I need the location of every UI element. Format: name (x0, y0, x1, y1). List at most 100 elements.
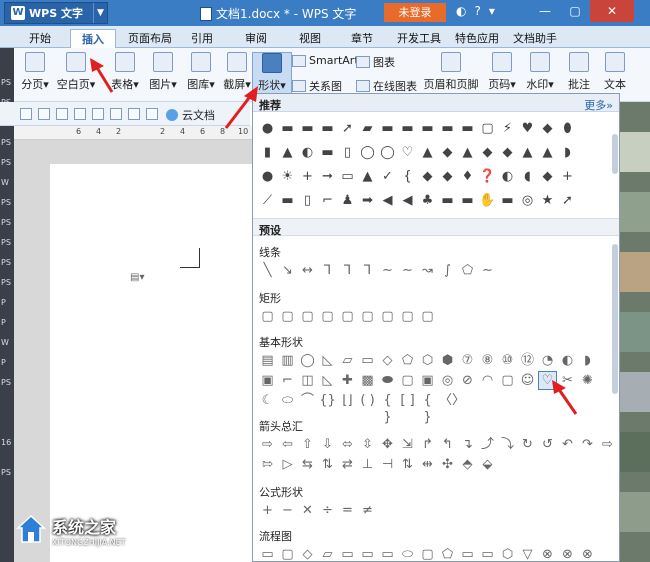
shape-item[interactable]: ⬠ (459, 262, 476, 279)
shape-item[interactable]: ▬ (439, 120, 456, 137)
shape-item[interactable]: ▲ (519, 144, 536, 161)
shape-item[interactable]: ▢ (499, 372, 516, 389)
shape-item[interactable]: ⇰ (259, 456, 276, 473)
shape-item[interactable]: ❓ (479, 168, 496, 185)
preview-icon[interactable] (92, 108, 104, 120)
shape-item[interactable]: ▯ (339, 144, 356, 161)
shape-item[interactable]: ⅂ (339, 262, 356, 279)
taskbar-item[interactable]: PS (1, 378, 11, 387)
shape-item[interactable]: ✕ (299, 502, 316, 519)
shape-item[interactable]: ⬬ (379, 372, 396, 389)
shape-item[interactable]: ☀ (279, 168, 296, 185)
shape-item[interactable]: ⤵ (499, 436, 516, 453)
shape-item[interactable]: ⟋ (259, 192, 276, 209)
shape-item[interactable]: ▲ (419, 144, 436, 161)
gallery-button[interactable]: 图库▾ (182, 52, 220, 98)
horizontal-ruler[interactable]: 6 4 2 2 4 6 8 10 (14, 126, 252, 140)
shape-item[interactable]: ◐ (499, 168, 516, 185)
shape-item[interactable]: ➞ (319, 168, 336, 185)
taskbar-item[interactable]: PS (1, 218, 11, 227)
shape-item[interactable]: ◐ (559, 352, 576, 369)
shape-item[interactable]: ▢ (359, 308, 376, 325)
shape-item[interactable]: ◠ (479, 372, 496, 389)
taskbar-item[interactable]: P (1, 298, 6, 307)
shape-item[interactable]: ⇲ (399, 436, 416, 453)
shape-item[interactable]: ▢ (379, 308, 396, 325)
shape-item[interactable]: + (559, 168, 576, 185)
shape-item[interactable]: ▭ (359, 546, 376, 562)
shape-item[interactable]: ⊘ (459, 372, 476, 389)
tab-review[interactable]: 审阅 (240, 29, 272, 48)
shape-item[interactable]: ◆ (539, 168, 556, 185)
shape-item[interactable]: ▤ (259, 352, 276, 369)
shape-item[interactable]: ⬭ (279, 392, 296, 409)
app-menu-button[interactable]: W WPS 文字 ▼ (4, 2, 108, 24)
panel-scrollbar[interactable] (612, 244, 618, 394)
shape-item[interactable]: ▢ (419, 546, 436, 562)
shape-item[interactable]: ◯ (359, 144, 376, 161)
taskbar-item[interactable]: PS (1, 258, 11, 267)
shape-item[interactable]: ▬ (379, 120, 396, 137)
shape-item[interactable]: ⑧ (479, 352, 496, 369)
shape-item[interactable]: ▬ (279, 192, 296, 209)
taskbar-item[interactable]: PS (1, 158, 11, 167)
shape-item[interactable]: ◆ (479, 144, 496, 161)
shape-item[interactable]: ◎ (439, 372, 456, 389)
redo-icon[interactable] (128, 108, 140, 120)
tab-insert[interactable]: 插入 (70, 29, 116, 48)
shape-item[interactable]: ✥ (379, 436, 396, 453)
shape-item[interactable]: ⬮ (559, 120, 576, 137)
taskbar-item[interactable]: PS (1, 278, 11, 287)
header-footer-button[interactable]: 页眉和页脚 (422, 52, 480, 98)
blank-page-button[interactable]: 空白页▾ (54, 52, 98, 98)
shape-item[interactable]: ↶ (559, 436, 576, 453)
shape-item[interactable]: ⊥ (359, 456, 376, 473)
relation-chart-button[interactable]: 关系图 (292, 78, 342, 94)
shape-item[interactable]: ∫ (439, 262, 456, 279)
shape-item[interactable]: = (339, 502, 356, 519)
shape-item[interactable]: ◎ (519, 192, 536, 209)
skin-icon[interactable]: ◐ (456, 4, 466, 18)
picture-button[interactable]: 图片▾ (144, 52, 182, 98)
shape-item[interactable]: ◇ (299, 546, 316, 562)
shape-item[interactable]: ▭ (379, 546, 396, 562)
shape-item[interactable]: ⌊⌋ (339, 392, 356, 409)
shape-item[interactable]: ▢ (399, 308, 416, 325)
shape-item[interactable]: ⬘ (459, 456, 476, 473)
shape-item[interactable]: ⇅ (399, 456, 416, 473)
shape-item[interactable]: ⬠ (439, 546, 456, 562)
tab-view[interactable]: 视图 (294, 29, 326, 48)
taskbar-item[interactable]: PS (1, 198, 11, 207)
taskbar-item[interactable]: PS (1, 238, 11, 247)
minimize-button[interactable]: — (530, 0, 560, 22)
shape-item[interactable]: ▷ (279, 456, 296, 473)
shape-item[interactable]: [ ] (399, 392, 416, 409)
screenshot-button[interactable]: 截屏▾ (218, 52, 256, 98)
shape-item[interactable]: { } (379, 392, 396, 425)
shape-item[interactable]: ☺ (519, 372, 536, 389)
shape-item[interactable]: ♥ (519, 120, 536, 137)
shape-item[interactable]: ◀ (399, 192, 416, 209)
shape-item[interactable]: ✓ (379, 168, 396, 185)
shape-item[interactable]: ⊗ (539, 546, 556, 562)
shape-item[interactable]: ▬ (319, 144, 336, 161)
shape-item[interactable]: ▥ (279, 352, 296, 369)
shape-item[interactable]: ▢ (299, 308, 316, 325)
shape-item[interactable]: ⇨ (599, 436, 616, 453)
save-icon[interactable] (38, 108, 50, 120)
shape-item[interactable]: ▢ (279, 546, 296, 562)
shape-item[interactable]: ✚ (339, 372, 356, 389)
shape-item[interactable]: ▬ (399, 120, 416, 137)
shape-item[interactable]: ⤴ (479, 436, 496, 453)
shape-item[interactable]: ⇆ (299, 456, 316, 473)
shape-item[interactable]: ⇧ (299, 436, 316, 453)
shape-item[interactable]: ⬡ (499, 546, 516, 562)
shape-item[interactable]: {} (319, 392, 336, 409)
shape-item[interactable]: ▢ (419, 308, 436, 325)
shape-item[interactable]: ▮ (259, 144, 276, 161)
shape-item[interactable]: ▬ (459, 192, 476, 209)
tab-start[interactable]: 开始 (24, 29, 56, 48)
page-number-button[interactable]: 页码▾ (482, 52, 522, 98)
shape-item[interactable]: ⇦ (279, 436, 296, 453)
shape-item[interactable]: ⅂ (319, 262, 336, 279)
